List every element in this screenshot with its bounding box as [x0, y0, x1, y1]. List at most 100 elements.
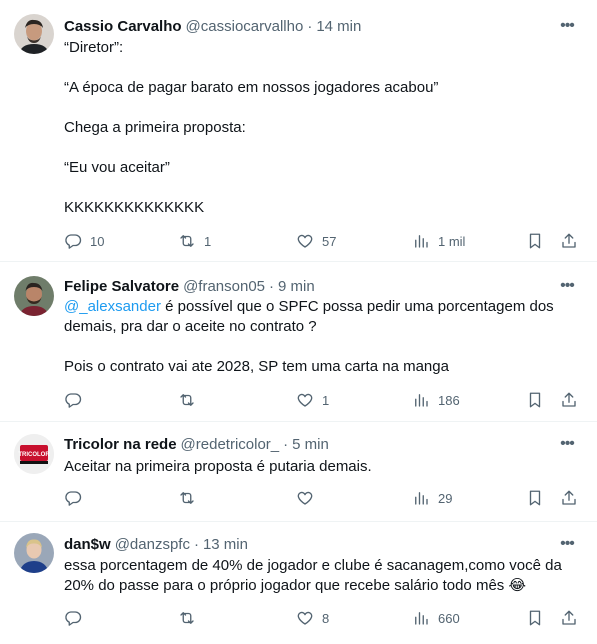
tweet-line: Aceitar na primeira proposta é putaria d… [64, 458, 372, 475]
tweet-text: Aceitar na primeira proposta é putaria d… [64, 457, 577, 477]
tweet[interactable]: dan$w @danzspfc · 13 min ••• essa porcen… [0, 522, 597, 644]
separator-dot: · [269, 277, 275, 295]
avatar-logo-text: TRICOLOR [18, 452, 50, 458]
timestamp[interactable]: 13 min [203, 536, 248, 553]
display-name[interactable]: Felipe Salvatore [64, 278, 179, 295]
retweet-button[interactable]: 1 [178, 229, 211, 253]
avatar[interactable]: TRICOLOR [14, 434, 54, 474]
heart-icon [297, 234, 313, 248]
tweet-line: essa porcentagem de 40% de jogador e clu… [64, 557, 562, 594]
user-handle[interactable]: @cassiocarvallho [186, 18, 304, 35]
reply-button[interactable] [64, 388, 90, 412]
avatar[interactable] [14, 14, 54, 54]
views-count: 660 [438, 610, 460, 626]
share-button[interactable] [560, 229, 578, 253]
tweet-line: “Diretor”: [64, 39, 124, 56]
display-name[interactable]: Cassio Carvalho [64, 18, 182, 35]
views-button[interactable]: 29 [412, 486, 452, 510]
tweet[interactable]: Felipe Salvatore @franson05 · 9 min ••• … [0, 262, 597, 422]
user-handle[interactable]: @danzspfc [115, 536, 190, 553]
bookmark-icon [529, 392, 541, 408]
tweet-actions: 8 660 [58, 606, 588, 630]
more-options-button[interactable]: ••• [557, 434, 577, 454]
bookmark-button[interactable] [526, 229, 544, 253]
tweet-actions: 10 1 57 1 mil [58, 229, 588, 253]
tweet[interactable]: Cassio Carvalho @cassiocarvallho · 14 mi… [0, 0, 597, 262]
retweet-icon [180, 394, 194, 406]
separator-dot: · [307, 17, 313, 35]
views-count: 1 mil [438, 233, 466, 249]
tweet[interactable]: TRICOLOR Tricolor na rede @redetricolor_… [0, 422, 597, 522]
share-button[interactable] [560, 388, 578, 412]
views-icon [415, 612, 428, 625]
mention-link[interactable]: @_alexsander [64, 298, 161, 315]
timestamp[interactable]: 14 min [316, 18, 361, 35]
views-count: 29 [438, 490, 453, 506]
tweet-line: Chega a primeira proposta: [64, 119, 246, 136]
views-icon [415, 492, 428, 505]
user-handle[interactable]: @franson05 [183, 278, 265, 295]
views-icon [415, 394, 428, 407]
more-options-button[interactable]: ••• [557, 16, 577, 36]
like-button[interactable] [296, 486, 322, 510]
retweet-button[interactable] [178, 486, 204, 510]
heart-icon [297, 611, 313, 625]
share-button[interactable] [560, 606, 578, 630]
bookmark-icon [529, 233, 541, 249]
more-horizontal-icon: ••• [560, 277, 575, 294]
more-horizontal-icon: ••• [560, 17, 575, 34]
display-name[interactable]: dan$w [64, 536, 111, 553]
tweet-line: KKKKKKKKKKKKKK [64, 199, 205, 216]
tweet-line: “A época de pagar barato em nossos jogad… [64, 79, 439, 96]
timestamp[interactable]: 9 min [278, 278, 315, 295]
like-button[interactable]: 57 [296, 229, 336, 253]
share-icon [562, 233, 576, 248]
bookmark-button[interactable] [526, 486, 544, 510]
bookmark-icon [529, 490, 541, 506]
reply-icon [65, 491, 82, 506]
views-button[interactable]: 186 [412, 388, 460, 412]
reply-button[interactable] [64, 606, 90, 630]
separator-dot: · [193, 535, 199, 553]
avatar[interactable] [14, 533, 54, 573]
like-count: 8 [322, 610, 330, 626]
retweet-icon [180, 612, 194, 624]
reply-icon [65, 611, 82, 626]
bookmark-button[interactable] [526, 606, 544, 630]
display-name[interactable]: Tricolor na rede [64, 436, 177, 453]
reply-icon [65, 393, 82, 408]
like-button[interactable]: 8 [296, 606, 329, 630]
share-button[interactable] [560, 486, 578, 510]
views-button[interactable]: 660 [412, 606, 460, 630]
more-options-button[interactable]: ••• [557, 276, 577, 296]
share-icon [562, 490, 576, 505]
tweet-actions: 1 186 [58, 388, 588, 412]
bookmark-icon [529, 610, 541, 626]
share-icon [562, 392, 576, 407]
tweet-text: essa porcentagem de 40% de jogador e clu… [64, 556, 577, 596]
more-horizontal-icon: ••• [560, 435, 575, 452]
like-count: 57 [322, 233, 337, 249]
tweet-text: @_alexsander é possível que o SPFC possa… [64, 297, 577, 377]
share-icon [562, 610, 576, 625]
reply-button[interactable] [64, 486, 90, 510]
more-options-button[interactable]: ••• [557, 534, 577, 554]
views-icon [415, 235, 428, 248]
tweet-line: “Eu vou aceitar” [64, 159, 170, 176]
reply-button[interactable]: 10 [64, 229, 104, 253]
retweet-count: 1 [204, 233, 212, 249]
views-count: 186 [438, 392, 460, 408]
tweet-text: “Diretor”: “A época de pagar barato em n… [64, 38, 577, 218]
user-handle[interactable]: @redetricolor_ [181, 436, 280, 453]
bookmark-button[interactable] [526, 388, 544, 412]
reply-count: 10 [90, 233, 105, 249]
timestamp[interactable]: 5 min [292, 436, 329, 453]
separator-dot: · [283, 435, 289, 453]
heart-icon [297, 393, 313, 407]
views-button[interactable]: 1 mil [412, 229, 465, 253]
avatar[interactable] [14, 276, 54, 316]
like-button[interactable]: 1 [296, 388, 329, 412]
retweet-button[interactable] [178, 388, 204, 412]
retweet-button[interactable] [178, 606, 204, 630]
like-count: 1 [322, 392, 330, 408]
